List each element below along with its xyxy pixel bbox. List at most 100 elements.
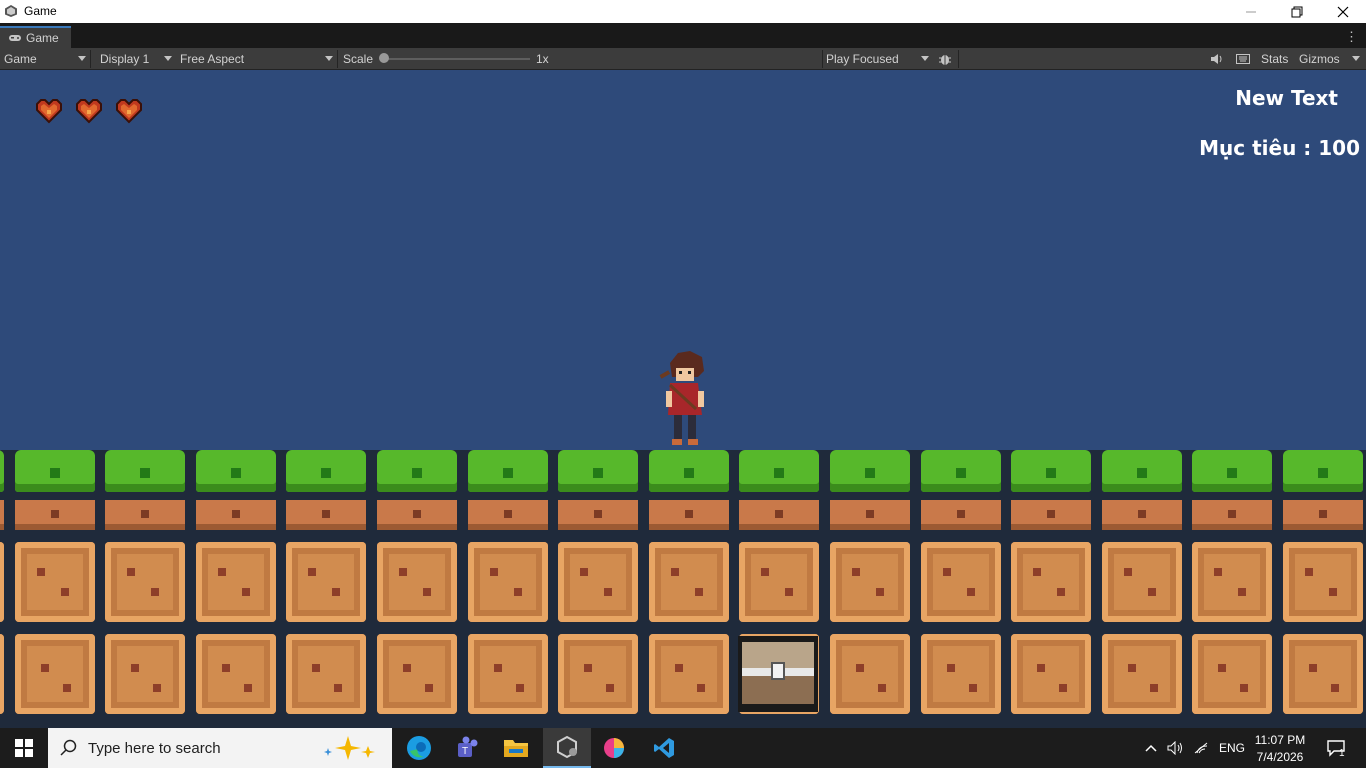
dirt-tile xyxy=(377,500,457,530)
grass-detail xyxy=(774,468,785,478)
taskbar-paint-app[interactable] xyxy=(590,728,638,768)
close-button[interactable] xyxy=(1320,0,1366,23)
block-detail xyxy=(1037,664,1046,672)
block-detail xyxy=(131,664,140,672)
grass-tile xyxy=(920,450,1001,492)
chevron-down-icon xyxy=(325,56,333,61)
ground-tile-column xyxy=(1192,450,1273,728)
block-detail xyxy=(1329,588,1337,596)
taskbar-unity[interactable] xyxy=(543,728,591,768)
toolbar-divider xyxy=(90,50,91,68)
toolbar-divider xyxy=(822,50,823,68)
heart-icon xyxy=(36,99,62,124)
volume-button[interactable] xyxy=(1167,728,1185,768)
dirt-block xyxy=(14,634,95,714)
grass-tile xyxy=(648,450,729,492)
network-button[interactable] xyxy=(1193,728,1211,768)
unity-icon xyxy=(557,735,577,759)
block-detail xyxy=(1127,664,1136,672)
block-detail xyxy=(694,588,703,596)
taskbar-search-box[interactable]: Type here to search xyxy=(48,728,392,768)
block-detail xyxy=(670,568,679,576)
grass-tile xyxy=(467,450,548,492)
language-indicator[interactable]: ENG xyxy=(1219,728,1245,768)
ground-tile-column xyxy=(558,450,639,728)
hud-top-text: New Text xyxy=(1235,86,1338,110)
mute-audio-button[interactable] xyxy=(1207,48,1227,69)
teams-icon: T xyxy=(458,736,478,757)
game-viewport[interactable]: New Text Mục tiêu : 100 xyxy=(0,70,1366,728)
minimize-button[interactable] xyxy=(1228,0,1274,23)
chevron-down-icon xyxy=(1352,56,1360,61)
block-detail xyxy=(1218,664,1227,672)
bug-icon xyxy=(939,54,951,65)
scale-slider-handle[interactable] xyxy=(379,53,389,63)
grass-tile xyxy=(377,450,457,492)
ground-tile-column xyxy=(1283,450,1363,728)
ground-tile-column xyxy=(830,450,910,728)
block-detail xyxy=(761,568,770,576)
ground-tile-column xyxy=(1101,450,1182,728)
dirt-tile xyxy=(14,500,95,530)
aspect-dropdown[interactable]: Free Aspect xyxy=(176,48,336,69)
grass-tile xyxy=(14,450,95,492)
dirt-detail xyxy=(956,510,965,518)
dirt-detail xyxy=(866,510,874,518)
keyboard-button[interactable] xyxy=(1233,48,1253,69)
dirt-block xyxy=(377,542,457,622)
chevron-down-icon xyxy=(78,56,86,61)
tab-game[interactable]: Game xyxy=(0,26,71,48)
notification-center-button[interactable]: 1 xyxy=(1322,728,1350,768)
hud-goal-text: Mục tiêu : 100 xyxy=(1199,136,1360,160)
block-detail xyxy=(334,684,343,692)
dirt-tile xyxy=(648,500,729,530)
clock[interactable]: 11:07 PM 7/4/2026 xyxy=(1250,728,1310,768)
block-detail xyxy=(62,684,71,692)
display-dropdown[interactable]: Display 1 xyxy=(92,48,175,69)
ground-tile-column xyxy=(105,450,186,728)
player-character xyxy=(659,351,704,445)
tab-menu-icon[interactable]: ⋮ xyxy=(1345,29,1358,45)
sparkle-icon xyxy=(324,736,375,760)
mode-dropdown[interactable]: Game xyxy=(0,48,89,69)
block-detail xyxy=(1309,664,1317,672)
taskbar-file-explorer[interactable] xyxy=(492,728,540,768)
restore-button[interactable] xyxy=(1274,0,1320,23)
dirt-detail xyxy=(141,510,150,518)
taskbar-edge[interactable] xyxy=(395,728,443,768)
play-mode-dropdown[interactable]: Play Focused xyxy=(824,48,932,69)
gizmos-button[interactable]: Gizmos xyxy=(1299,48,1340,69)
network-icon xyxy=(1194,742,1208,754)
block-detail xyxy=(1059,684,1068,692)
dirt-tile xyxy=(195,500,276,530)
debug-button[interactable] xyxy=(935,48,955,69)
dirt-block xyxy=(105,542,186,622)
dirt-tile xyxy=(1011,500,1092,530)
dirt-tile xyxy=(920,500,1001,530)
grass-tile xyxy=(739,450,820,492)
block-detail xyxy=(1305,568,1313,576)
block-detail xyxy=(332,588,341,596)
start-button[interactable] xyxy=(0,728,48,768)
scale-slider-track[interactable] xyxy=(384,58,530,60)
dirt-tile xyxy=(286,500,367,530)
gizmos-dropdown[interactable] xyxy=(1348,48,1364,69)
ground-tile-column xyxy=(920,450,1001,728)
taskbar-teams[interactable]: T xyxy=(443,728,491,768)
editor-tab-bar: Game ⋮ xyxy=(0,23,1366,48)
grass-detail xyxy=(1046,468,1057,478)
dirt-block xyxy=(920,542,1001,622)
edge-browser-icon xyxy=(407,736,431,760)
dirt-detail xyxy=(231,510,240,518)
block-detail xyxy=(1331,684,1339,692)
grass-detail xyxy=(865,468,875,478)
dirt-block xyxy=(739,542,820,622)
grass-detail xyxy=(955,468,966,478)
grass-tile xyxy=(195,450,276,492)
ground-tile-column xyxy=(377,450,457,728)
dirt-tile xyxy=(0,500,4,530)
stats-button[interactable]: Stats xyxy=(1261,48,1288,69)
taskbar-vscode[interactable] xyxy=(640,728,688,768)
chevron-down-icon xyxy=(164,56,172,61)
tray-expand-button[interactable] xyxy=(1144,728,1158,768)
